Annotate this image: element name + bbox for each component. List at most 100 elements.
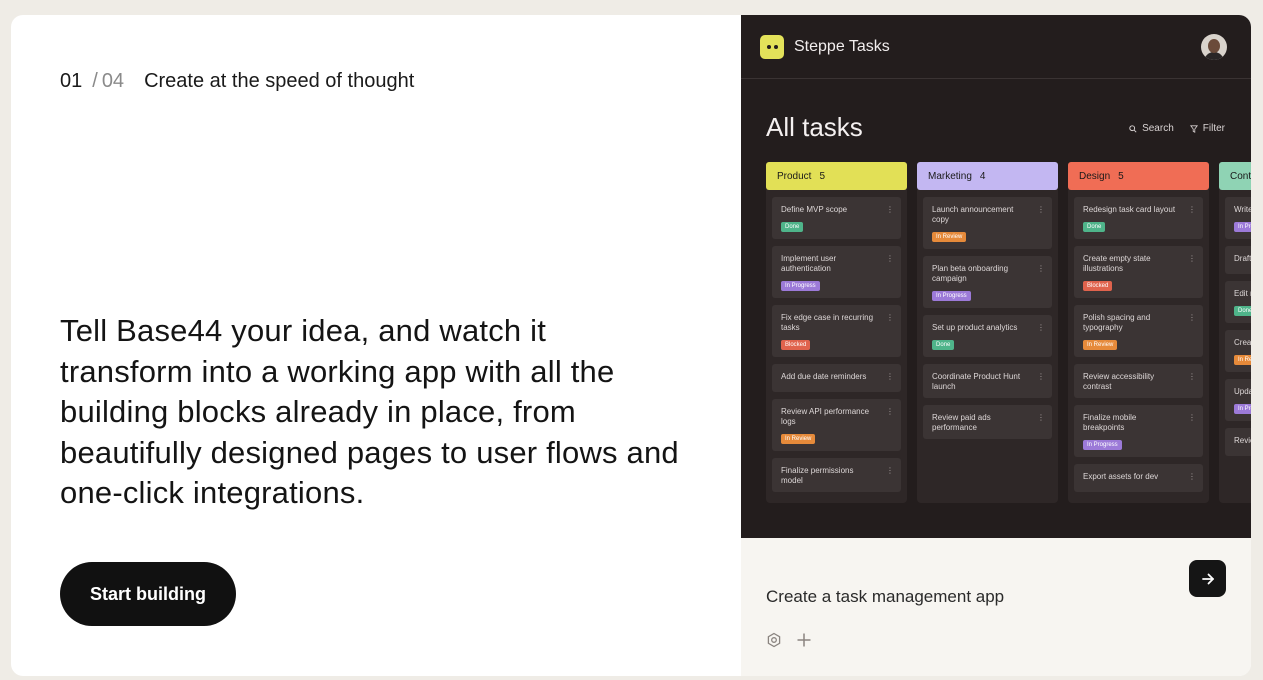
more-vertical-icon[interactable]: ⋮: [1037, 372, 1045, 381]
status-badge: In Review: [932, 232, 967, 242]
task-title: Redesign task card layout: [1083, 205, 1176, 214]
more-vertical-icon[interactable]: ⋮: [1188, 413, 1196, 422]
more-vertical-icon[interactable]: ⋮: [1037, 264, 1045, 273]
task-title: Define MVP scope: [781, 205, 848, 214]
gear-icon: [767, 632, 781, 648]
column-name: Product: [777, 170, 812, 182]
more-vertical-icon[interactable]: ⋮: [886, 205, 894, 214]
prompt-area: Create a task management app: [741, 538, 1251, 676]
more-vertical-icon[interactable]: ⋮: [886, 407, 894, 416]
more-vertical-icon[interactable]: ⋮: [1188, 254, 1196, 263]
app-logo-icon: [760, 34, 784, 59]
task-card[interactable]: Creat seque⋮In Re: [1225, 330, 1251, 372]
column-name: Marketing: [928, 170, 972, 182]
step-separator: /: [92, 70, 98, 92]
task-card[interactable]: Redesign task card layout ⋮ Done: [1074, 197, 1203, 239]
board-title: All tasks: [766, 112, 863, 142]
task-title: Creat seque: [1234, 338, 1251, 347]
task-card[interactable]: Finalize mobile breakpoints ⋮ In Progress: [1074, 405, 1203, 457]
task-title: Launch announcement copy: [932, 205, 1014, 224]
more-vertical-icon[interactable]: ⋮: [886, 313, 894, 322]
task-card[interactable]: Implement user authentication ⋮ In Progres…: [772, 246, 901, 298]
more-vertical-icon[interactable]: ⋮: [886, 466, 894, 475]
app-header: Steppe Tasks: [741, 15, 1251, 79]
headline: Tell Base44 your idea, and watch it tran…: [60, 313, 679, 510]
more-vertical-icon[interactable]: ⋮: [1037, 205, 1045, 214]
task-card[interactable]: Revie⋮: [1225, 428, 1251, 456]
board-toolbar: Search Filter: [1129, 123, 1225, 134]
task-title: Finalize permissions model: [781, 466, 854, 485]
task-card[interactable]: Draft⋮: [1225, 246, 1251, 274]
more-vertical-icon[interactable]: ⋮: [1188, 205, 1196, 214]
task-card[interactable]: Create empty state illustrations ⋮ Blocked: [1074, 246, 1203, 298]
task-card[interactable]: Set up product analytics ⋮ Done: [923, 315, 1052, 357]
add-button[interactable]: [796, 632, 812, 653]
status-badge: Blocked: [781, 340, 811, 350]
filter-button[interactable]: Filter: [1189, 123, 1225, 134]
more-vertical-icon[interactable]: ⋮: [1188, 313, 1196, 322]
task-card[interactable]: Define MVP scope ⋮ Done: [772, 197, 901, 239]
status-badge: In Progress: [781, 281, 820, 291]
task-card[interactable]: Review API performance logs ⋮ In Review: [772, 399, 901, 451]
task-card[interactable]: Review paid ads performance ⋮: [923, 405, 1052, 439]
app-preview: Steppe Tasks All tasks Search Filter Pro…: [741, 15, 1251, 538]
step-title: Create at the speed of thought: [144, 70, 415, 92]
status-badge: Done: [1234, 306, 1251, 316]
column-header[interactable]: Marketing 4: [917, 162, 1058, 190]
task-title: Fix edge case in recurring tasks: [781, 313, 874, 332]
more-vertical-icon[interactable]: ⋮: [886, 372, 894, 381]
column-header[interactable]: Conte: [1219, 162, 1251, 190]
column-header[interactable]: Design 5: [1068, 162, 1209, 190]
task-card[interactable]: Plan beta onboarding campaign ⋮ In Progres…: [923, 256, 1052, 308]
more-vertical-icon[interactable]: ⋮: [886, 254, 894, 263]
task-title: Plan beta onboarding campaign: [932, 264, 1009, 283]
search-button[interactable]: Search: [1129, 123, 1174, 134]
task-title: Edit re: [1234, 289, 1251, 298]
task-title: Export assets for dev: [1083, 472, 1159, 481]
task-card[interactable]: Export assets for dev ⋮: [1074, 464, 1203, 492]
more-vertical-icon[interactable]: ⋮: [1037, 323, 1045, 332]
task-title: Revie: [1234, 436, 1251, 445]
more-vertical-icon[interactable]: ⋮: [1188, 472, 1196, 481]
status-badge: In Progress: [932, 291, 971, 301]
feature-card: 01 / 04 Create at the speed of thought T…: [11, 15, 1251, 676]
task-card[interactable]: Edit re⋮Done: [1225, 281, 1251, 323]
status-badge: Done: [781, 222, 804, 232]
column-count: 5: [819, 170, 826, 182]
status-badge: Done: [932, 340, 955, 350]
column-header[interactable]: Product 5: [766, 162, 907, 190]
task-title: Implement user authentication: [781, 254, 837, 273]
start-building-button[interactable]: Start building: [60, 562, 236, 626]
step-indicator: 01 / 04 Create at the speed of thought: [60, 70, 414, 93]
plus-icon: [797, 633, 811, 647]
column-count: 5: [1118, 170, 1124, 182]
status-badge: In Pro: [1234, 222, 1251, 232]
step-total: 04: [101, 70, 125, 92]
status-badge: Done: [1083, 222, 1106, 232]
task-card[interactable]: Review accessibility contrast ⋮: [1074, 364, 1203, 398]
filter-icon: [1189, 124, 1198, 133]
task-card[interactable]: Coordinate Product Hunt launch ⋮: [923, 364, 1052, 398]
task-card[interactable]: Add due date reminders ⋮: [772, 364, 901, 392]
task-title: Add due date reminders: [781, 372, 867, 381]
task-card[interactable]: Fix edge case in recurring tasks ⋮ Blocked: [772, 305, 901, 357]
kanban-column: Design 5 Redesign task card layout ⋮ Done Cre…: [1068, 162, 1209, 503]
task-card[interactable]: Upda⋮In Pro: [1225, 379, 1251, 421]
arrow-right-icon: [1201, 573, 1214, 584]
settings-button[interactable]: [766, 632, 782, 653]
task-title: Finalize mobile breakpoints: [1083, 413, 1137, 432]
send-button[interactable]: [1189, 560, 1226, 597]
task-card[interactable]: Polish spacing and typography ⋮ In Review: [1074, 305, 1203, 357]
task-title: Create empty state illustrations: [1083, 254, 1151, 273]
column-name: Conte: [1230, 170, 1251, 182]
task-title: Draft: [1234, 254, 1251, 263]
more-vertical-icon[interactable]: ⋮: [1037, 413, 1045, 422]
task-card[interactable]: Write⋮In Pro: [1225, 197, 1251, 239]
status-badge: In Review: [1083, 340, 1118, 350]
avatar[interactable]: [1201, 34, 1227, 60]
more-vertical-icon[interactable]: ⋮: [1188, 372, 1196, 381]
task-card[interactable]: Finalize permissions model ⋮: [772, 458, 901, 492]
prompt-input[interactable]: Create a task management app: [766, 587, 1004, 607]
kanban-column: Marketing 4 Launch announcement copy ⋮ In Re…: [917, 162, 1058, 503]
task-card[interactable]: Launch announcement copy ⋮ In Review: [923, 197, 1052, 249]
